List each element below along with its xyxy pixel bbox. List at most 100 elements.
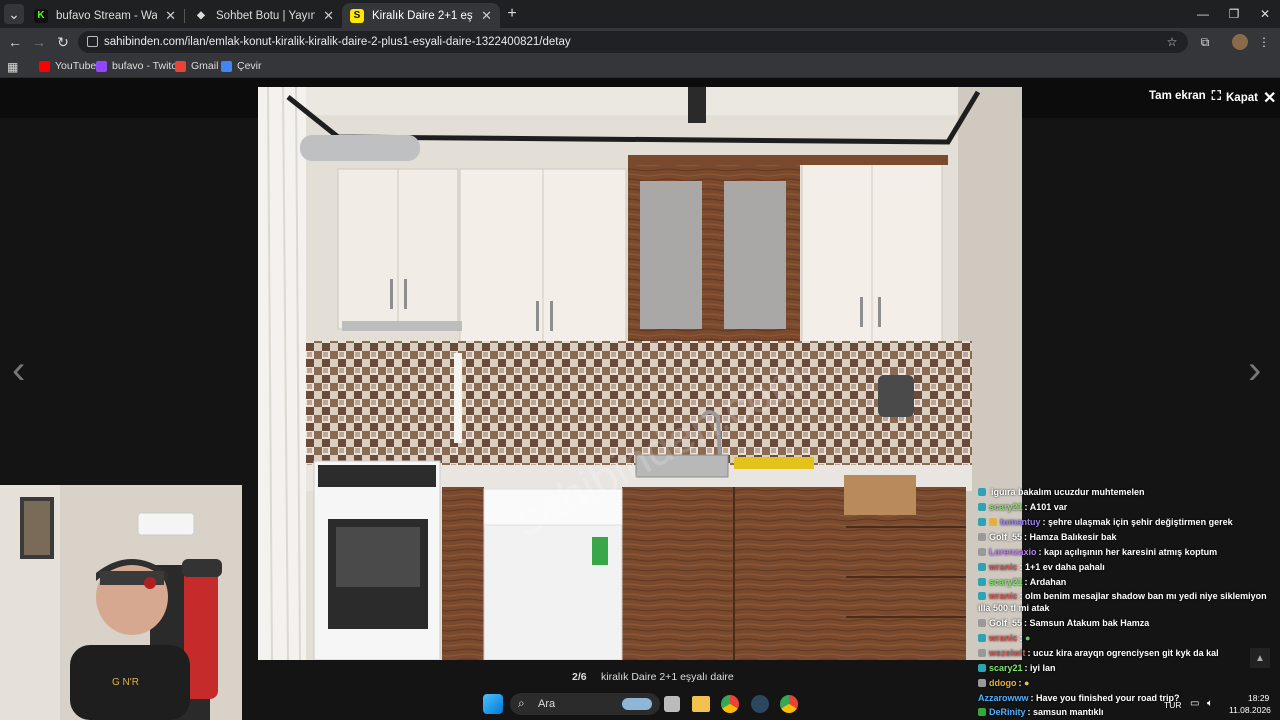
bookmark-twitch[interactable]: bufavo - Twitch [96, 60, 182, 72]
chat-badge-icon [989, 518, 997, 526]
photo-counter: 2/6 [572, 671, 587, 683]
close-label: Kapat [1226, 92, 1258, 104]
chat-message: iguıra bakalım ucuzdur muhtemelen [978, 486, 1278, 498]
clock-time[interactable]: 18:29 [1248, 693, 1269, 703]
chat-text: : 1+1 ev daha pahalı [1019, 562, 1105, 572]
apps-grid-icon[interactable]: ▦ [7, 60, 18, 74]
fullscreen-button[interactable]: Tam ekran ⛶ [1149, 88, 1221, 104]
bookmark-star-icon[interactable]: ☆ [1164, 34, 1180, 50]
file-explorer-icon[interactable] [692, 696, 710, 712]
fullscreen-icon: ⛶ [1211, 88, 1221, 103]
tab-kick[interactable]: K bufavo Stream - Watch Live on ✕ [26, 3, 184, 28]
bookmark-gmail[interactable]: Gmail [175, 60, 218, 72]
bookmark-label: YouTube [55, 60, 97, 72]
chat-user: ddogo [989, 678, 1017, 688]
chrome-icon[interactable] [721, 695, 739, 713]
bookmark-youtube[interactable]: YouTube [39, 60, 96, 72]
chat-text: : kapı açılışının her karesini atmış kop… [1038, 547, 1218, 557]
tab-title: Kiralık Daire 2+1 eşyalı daire - [372, 9, 473, 22]
chat-text: : Ardahan [1024, 577, 1067, 587]
extensions-icon[interactable]: ⧉ [1197, 34, 1213, 50]
chat-message: wezeiwit: ucuz kira arayqn ogrenciysen g… [978, 647, 1278, 659]
chat-text: : [1019, 633, 1023, 643]
clock-date[interactable]: 11.08.2026 [1229, 705, 1271, 715]
bookmark-label: bufavo - Twitch [112, 60, 183, 72]
bookmarks-bar: ▦ YouTube bufavo - Twitch Gmail Çevir [0, 56, 1280, 78]
chat-message: Lorenzaxio: kapı açılışının her karesini… [978, 546, 1278, 558]
site-info-icon[interactable] [87, 36, 98, 47]
chat-badge-icon [978, 563, 986, 571]
tab-title: Sohbet Botu | Yayınını güçlendi [216, 9, 316, 22]
minimize-icon[interactable]: — [1186, 0, 1220, 28]
close-icon: ✕ [1262, 90, 1277, 107]
gallery-close-button[interactable]: Kapat ✕ [1226, 88, 1276, 108]
chat-badge-icon [978, 679, 986, 687]
network-icon[interactable]: ▭ [1190, 698, 1199, 709]
chat-badge-icon [978, 548, 986, 556]
menu-kebab-icon[interactable]: ⋮ [1256, 34, 1272, 50]
kick-favicon-icon: K [34, 8, 48, 23]
chat-user: scary21 [989, 663, 1023, 673]
chat-badge-icon [978, 503, 986, 511]
close-icon[interactable]: ✕ [481, 8, 492, 24]
chat-badge-icon [978, 592, 986, 600]
task-view-icon[interactable] [664, 696, 680, 712]
next-image-icon[interactable]: › [1248, 350, 1272, 390]
reload-icon[interactable]: ↻ [53, 32, 73, 52]
chat-badge-icon [978, 634, 986, 642]
chat-message: tumantuy: şehre ulaşmak için şehir değiş… [978, 516, 1278, 528]
chat-message: scary21: Ardahan [978, 576, 1278, 588]
window-close-icon[interactable]: ✕ [1248, 0, 1280, 28]
chat-badge-icon [978, 578, 986, 586]
address-bar[interactable]: sahibinden.com/ilan/emlak-konut-kiralik-… [78, 31, 1188, 53]
chat-user: scary21 [989, 502, 1023, 512]
chat-user: scary21 [989, 577, 1023, 587]
tab-search-chevron-icon[interactable]: ⌄ [4, 4, 24, 24]
search-highlight-icon [622, 698, 652, 710]
restore-icon[interactable]: ❐ [1217, 0, 1251, 28]
tab-sahibinden[interactable]: S Kiralık Daire 2+1 eşyalı daire - ✕ [342, 3, 500, 28]
close-icon[interactable]: ✕ [323, 8, 334, 24]
chat-text: : Hamza Balıkesir bak [1024, 532, 1117, 542]
forward-icon[interactable]: → [29, 32, 49, 52]
sahibinden-favicon-icon: S [350, 8, 364, 23]
chat-message: Golf_55: Samsun Atakum bak Hamza [978, 617, 1278, 629]
scroll-to-top-icon[interactable]: ▲ [1250, 648, 1270, 668]
twitch-icon [96, 60, 107, 72]
bookmark-translate[interactable]: Çevir [221, 60, 262, 72]
emote-icon: ● [1024, 678, 1030, 688]
close-icon[interactable]: ✕ [165, 8, 176, 24]
tab-sohbet-botu[interactable]: ◆ Sohbet Botu | Yayınını güçlendi ✕ [186, 3, 342, 28]
browser-toolbar: ← → ↻ sahibinden.com/ilan/emlak-konut-ki… [0, 28, 1280, 77]
chat-text: : şehre ulaşmak için şehir değiştirmen g… [1042, 517, 1233, 527]
chat-message: wranic: ● [978, 632, 1278, 644]
chat-text: iguıra bakalım ucuzdur muhtemelen [991, 487, 1145, 497]
chat-message: scary21: A101 var [978, 501, 1278, 513]
fullscreen-label: Tam ekran [1149, 90, 1206, 102]
stream-chat: iguıra bakalım ucuzdur muhtemelen scary2… [976, 486, 1280, 720]
chat-message: Golf_55: Hamza Balıkesir bak [978, 531, 1278, 543]
search-label: Ara [538, 698, 556, 710]
search-icon: ⌕ [518, 696, 525, 710]
chrome-active-icon[interactable] [780, 695, 798, 713]
chat-text: : ucuz kira arayqn ogrenciysen git kyk d… [1027, 648, 1219, 658]
bookmark-label: Çevir [237, 60, 262, 72]
emote-icon: ● [1025, 633, 1031, 643]
webcam-illustration: G N'R [0, 485, 242, 720]
chat-text: : Samsun Atakum bak Hamza [1024, 618, 1150, 628]
language-indicator[interactable]: TUR [1164, 700, 1181, 710]
profile-avatar-icon[interactable] [1232, 34, 1248, 50]
windows-start-icon[interactable] [483, 694, 503, 714]
back-icon[interactable]: ← [5, 32, 25, 52]
chat-text: : iyi lan [1024, 663, 1056, 673]
taskbar-search[interactable]: ⌕ Ara [510, 693, 660, 715]
new-tab-plus-icon[interactable]: + [502, 4, 522, 24]
chat-text: : olm benim mesajlar shadow ban mı yedi … [978, 591, 1267, 613]
chat-user: Golf_55 [989, 618, 1023, 628]
volume-icon[interactable]: 🔈︎ [1207, 698, 1213, 709]
steam-icon[interactable] [751, 695, 769, 713]
prev-image-icon[interactable]: ‹ [12, 350, 36, 390]
sohbet-favicon-icon: ◆ [197, 10, 205, 21]
chat-user: wranic [989, 591, 1018, 601]
chat-user: Lorenzaxio [989, 547, 1037, 557]
